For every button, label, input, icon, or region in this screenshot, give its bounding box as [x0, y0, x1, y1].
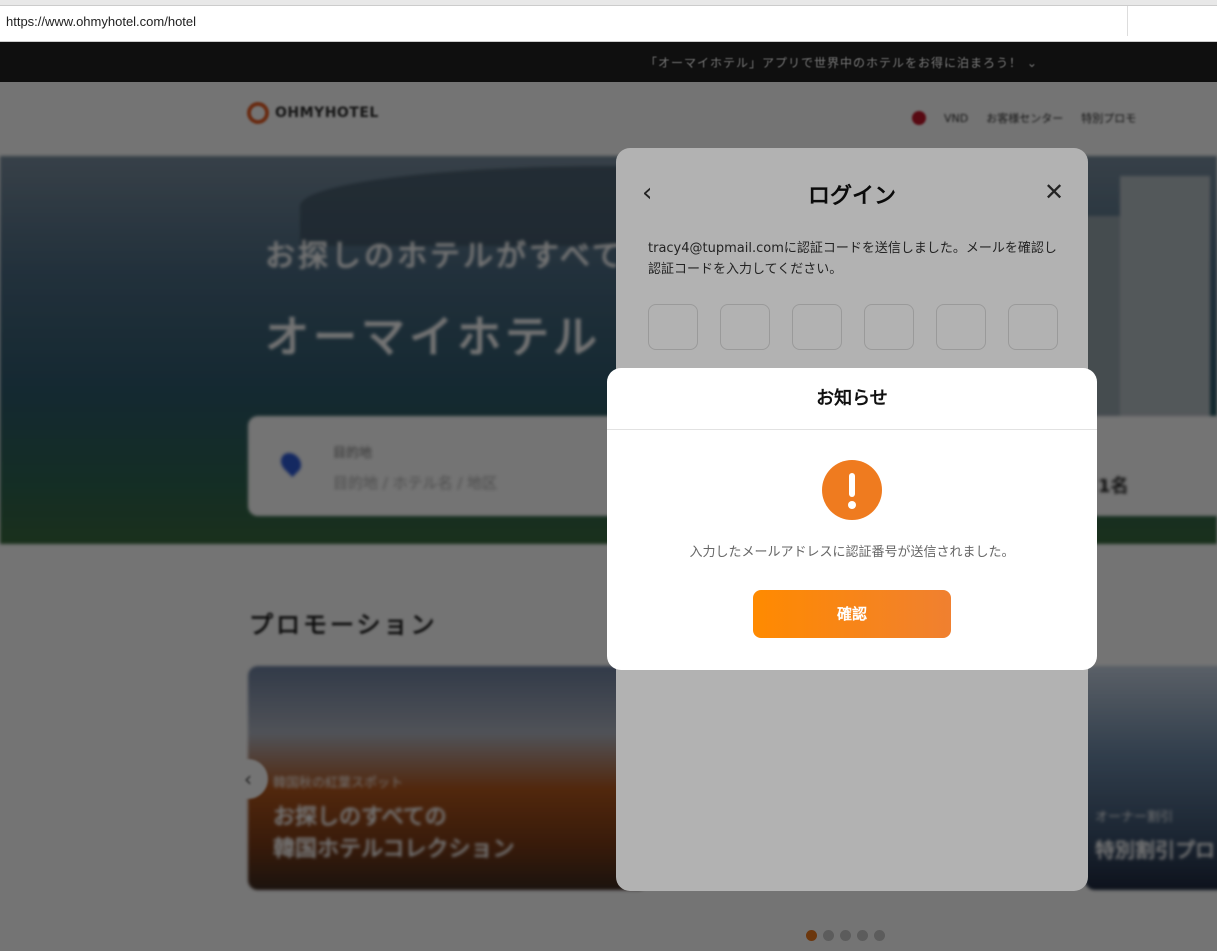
- page-viewport: 「オーマイホテル」アプリで世界中のホテルをお得に泊まろう！ ⌄ OHMYHOTE…: [0, 42, 1217, 951]
- url-field[interactable]: https://www.ohmyhotel.com/hotel: [6, 14, 196, 29]
- notice-dialog: お知らせ 入力したメールアドレスに認証番号が送信されました。 確認: [607, 368, 1097, 670]
- notice-message: 入力したメールアドレスに認証番号が送信されました。: [689, 545, 1015, 560]
- toolbar-divider: [1127, 6, 1128, 36]
- browser-tab-strip: [0, 0, 1217, 6]
- exclamation-icon: [822, 460, 882, 520]
- notice-title: お知らせ: [607, 368, 1097, 430]
- browser-address-bar: https://www.ohmyhotel.com/hotel: [0, 0, 1217, 42]
- confirm-button[interactable]: 確認: [753, 590, 951, 638]
